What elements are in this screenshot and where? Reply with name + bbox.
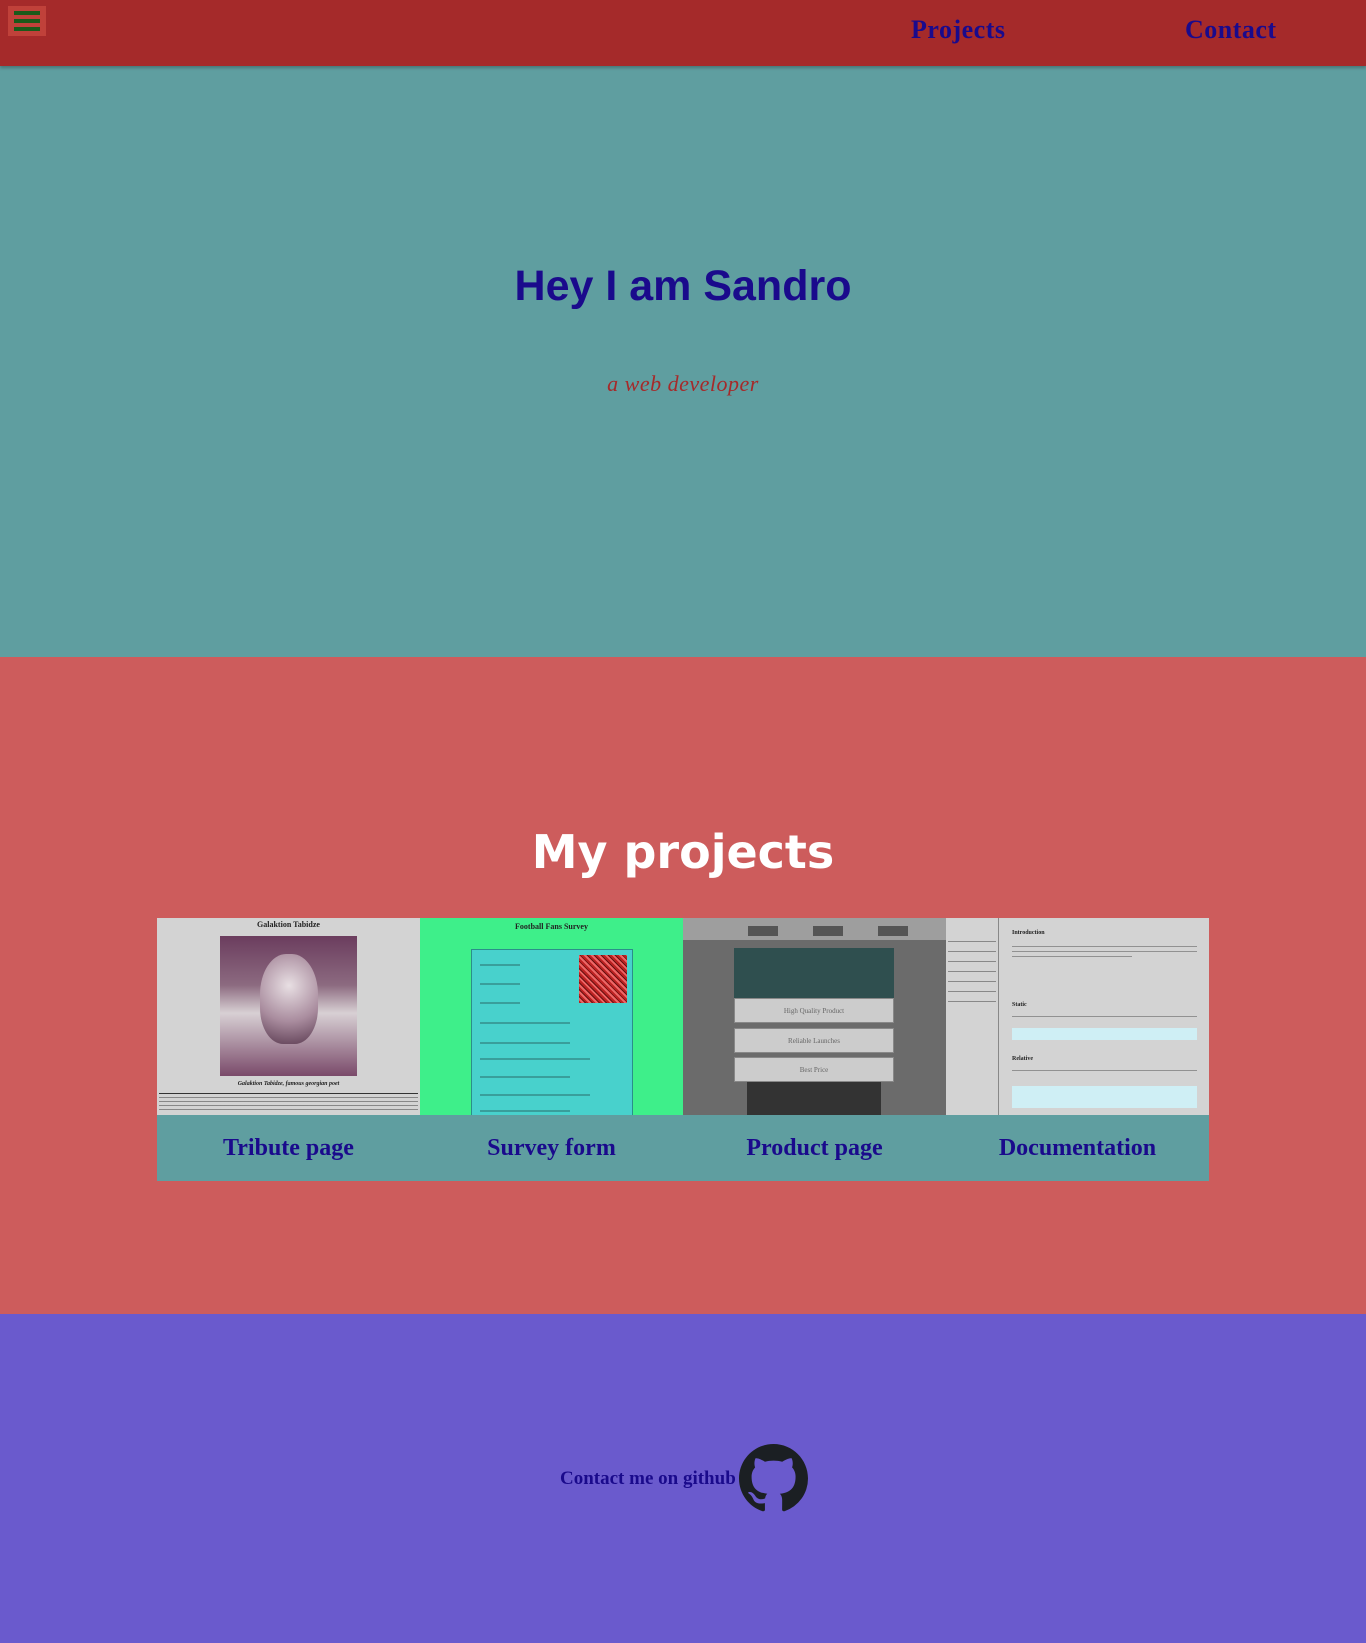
thumb-heading: Relative	[1012, 1056, 1033, 1062]
hero-subtitle: a web developer	[607, 371, 759, 396]
project-thumbnail-documentation[interactable]: Introduction Static Relative	[946, 918, 1209, 1115]
navbar: Projects Contact	[0, 0, 1366, 66]
hero-title: Hey I am Sandro	[514, 262, 852, 310]
thumb-heading: Static	[1012, 1002, 1027, 1008]
project-thumbnail-product[interactable]: High Quality Product Reliable Launches B…	[683, 918, 946, 1115]
nav-link-contact[interactable]: Contact	[1185, 15, 1277, 45]
project-thumbnail-tribute[interactable]: Galaktion Tabidze Galaktion Tabidze, fam…	[157, 918, 420, 1115]
thumb-box: Reliable Launches	[734, 1028, 894, 1053]
project-thumbnail-survey[interactable]: Football Fans Survey	[420, 918, 683, 1115]
thumb-box: High Quality Product	[734, 998, 894, 1023]
doc-sidebar-preview	[946, 918, 999, 1115]
github-link-label: Contact me on github	[560, 1467, 736, 1489]
github-link[interactable]: Contact me on github	[560, 1444, 808, 1513]
thumb-caption: Galaktion Tabidze, famous georgian poet	[237, 1081, 340, 1087]
projects-section: My projects Galaktion Tabidze Galaktion …	[0, 657, 1366, 1314]
hamburger-menu-icon[interactable]	[8, 6, 46, 36]
survey-form-preview	[471, 949, 633, 1115]
crowd-image	[579, 955, 627, 1003]
project-card-documentation[interactable]: Introduction Static Relative Documentati…	[946, 918, 1209, 1181]
thumb-title: Galaktion Tabidze	[257, 920, 320, 929]
project-card-survey[interactable]: Football Fans Survey Survey form	[420, 918, 683, 1181]
project-title-product[interactable]: Product page	[683, 1115, 946, 1181]
projects-title: My projects	[531, 825, 835, 879]
portrait-image	[220, 936, 357, 1076]
video-preview	[747, 1082, 881, 1115]
welcome-section: Hey I am Sandro a web developer	[0, 66, 1366, 657]
project-title-tribute[interactable]: Tribute page	[157, 1115, 420, 1181]
github-icon[interactable]	[738, 1444, 808, 1513]
thumb-heading: Introduction	[1012, 930, 1045, 936]
project-title-documentation[interactable]: Documentation	[946, 1115, 1209, 1181]
thumb-box: Best Price	[734, 1057, 894, 1082]
project-card-product[interactable]: High Quality Product Reliable Launches B…	[683, 918, 946, 1181]
project-card-tribute[interactable]: Galaktion Tabidze Galaktion Tabidze, fam…	[157, 918, 420, 1181]
menu-bar	[14, 27, 40, 31]
menu-bar	[14, 11, 40, 15]
product-hero-preview	[734, 948, 894, 998]
thumb-title: Football Fans Survey	[515, 922, 588, 931]
project-title-survey[interactable]: Survey form	[420, 1115, 683, 1181]
product-nav-preview	[683, 918, 946, 940]
nav-link-projects[interactable]: Projects	[911, 15, 1005, 45]
contact-section: Contact me on github	[0, 1314, 1366, 1643]
projects-grid: Galaktion Tabidze Galaktion Tabidze, fam…	[157, 918, 1209, 1181]
menu-bar	[14, 19, 40, 23]
